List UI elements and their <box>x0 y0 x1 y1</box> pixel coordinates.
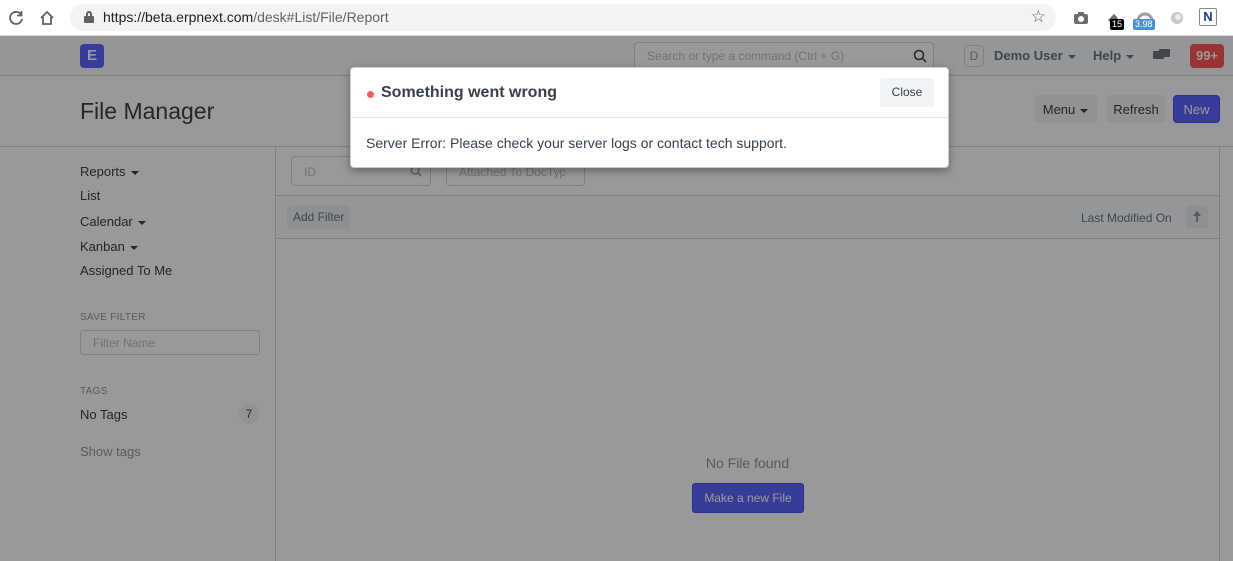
reload-icon[interactable] <box>7 9 25 27</box>
error-dialog: Something went wrong Close Server Error:… <box>350 67 949 168</box>
extension-speed-icon[interactable]: 3.98 <box>1133 8 1155 30</box>
lock-icon <box>84 11 94 23</box>
address-bar[interactable]: https://beta.erpnext.com/desk#List/File/… <box>70 4 1056 31</box>
error-indicator-icon <box>367 91 374 98</box>
dialog-title: Something went wrong <box>381 84 557 101</box>
url-text[interactable]: https://beta.erpnext.com/desk#List/File/… <box>103 9 389 26</box>
url-host: https://beta.erpnext.com <box>103 9 254 25</box>
dialog-message: Server Error: Please check your server l… <box>366 135 787 151</box>
camera-icon[interactable] <box>1071 8 1091 28</box>
home-icon[interactable] <box>38 9 56 27</box>
extension-badge: 3.98 <box>1133 19 1155 30</box>
dialog-header: Something went wrong Close <box>351 68 948 118</box>
bookmark-star-icon[interactable]: ☆ <box>1031 7 1046 27</box>
close-button[interactable]: Close <box>880 78 934 107</box>
url-path: /desk#List/File/Report <box>253 9 389 25</box>
extension-badge: 15 <box>1110 19 1125 30</box>
browser-toolbar: https://beta.erpnext.com/desk#List/File/… <box>0 0 1233 36</box>
extension-circle-icon[interactable] <box>1167 8 1187 28</box>
extension-link-icon[interactable]: 15 <box>1104 8 1125 30</box>
extension-n-icon[interactable]: N <box>1199 8 1217 26</box>
